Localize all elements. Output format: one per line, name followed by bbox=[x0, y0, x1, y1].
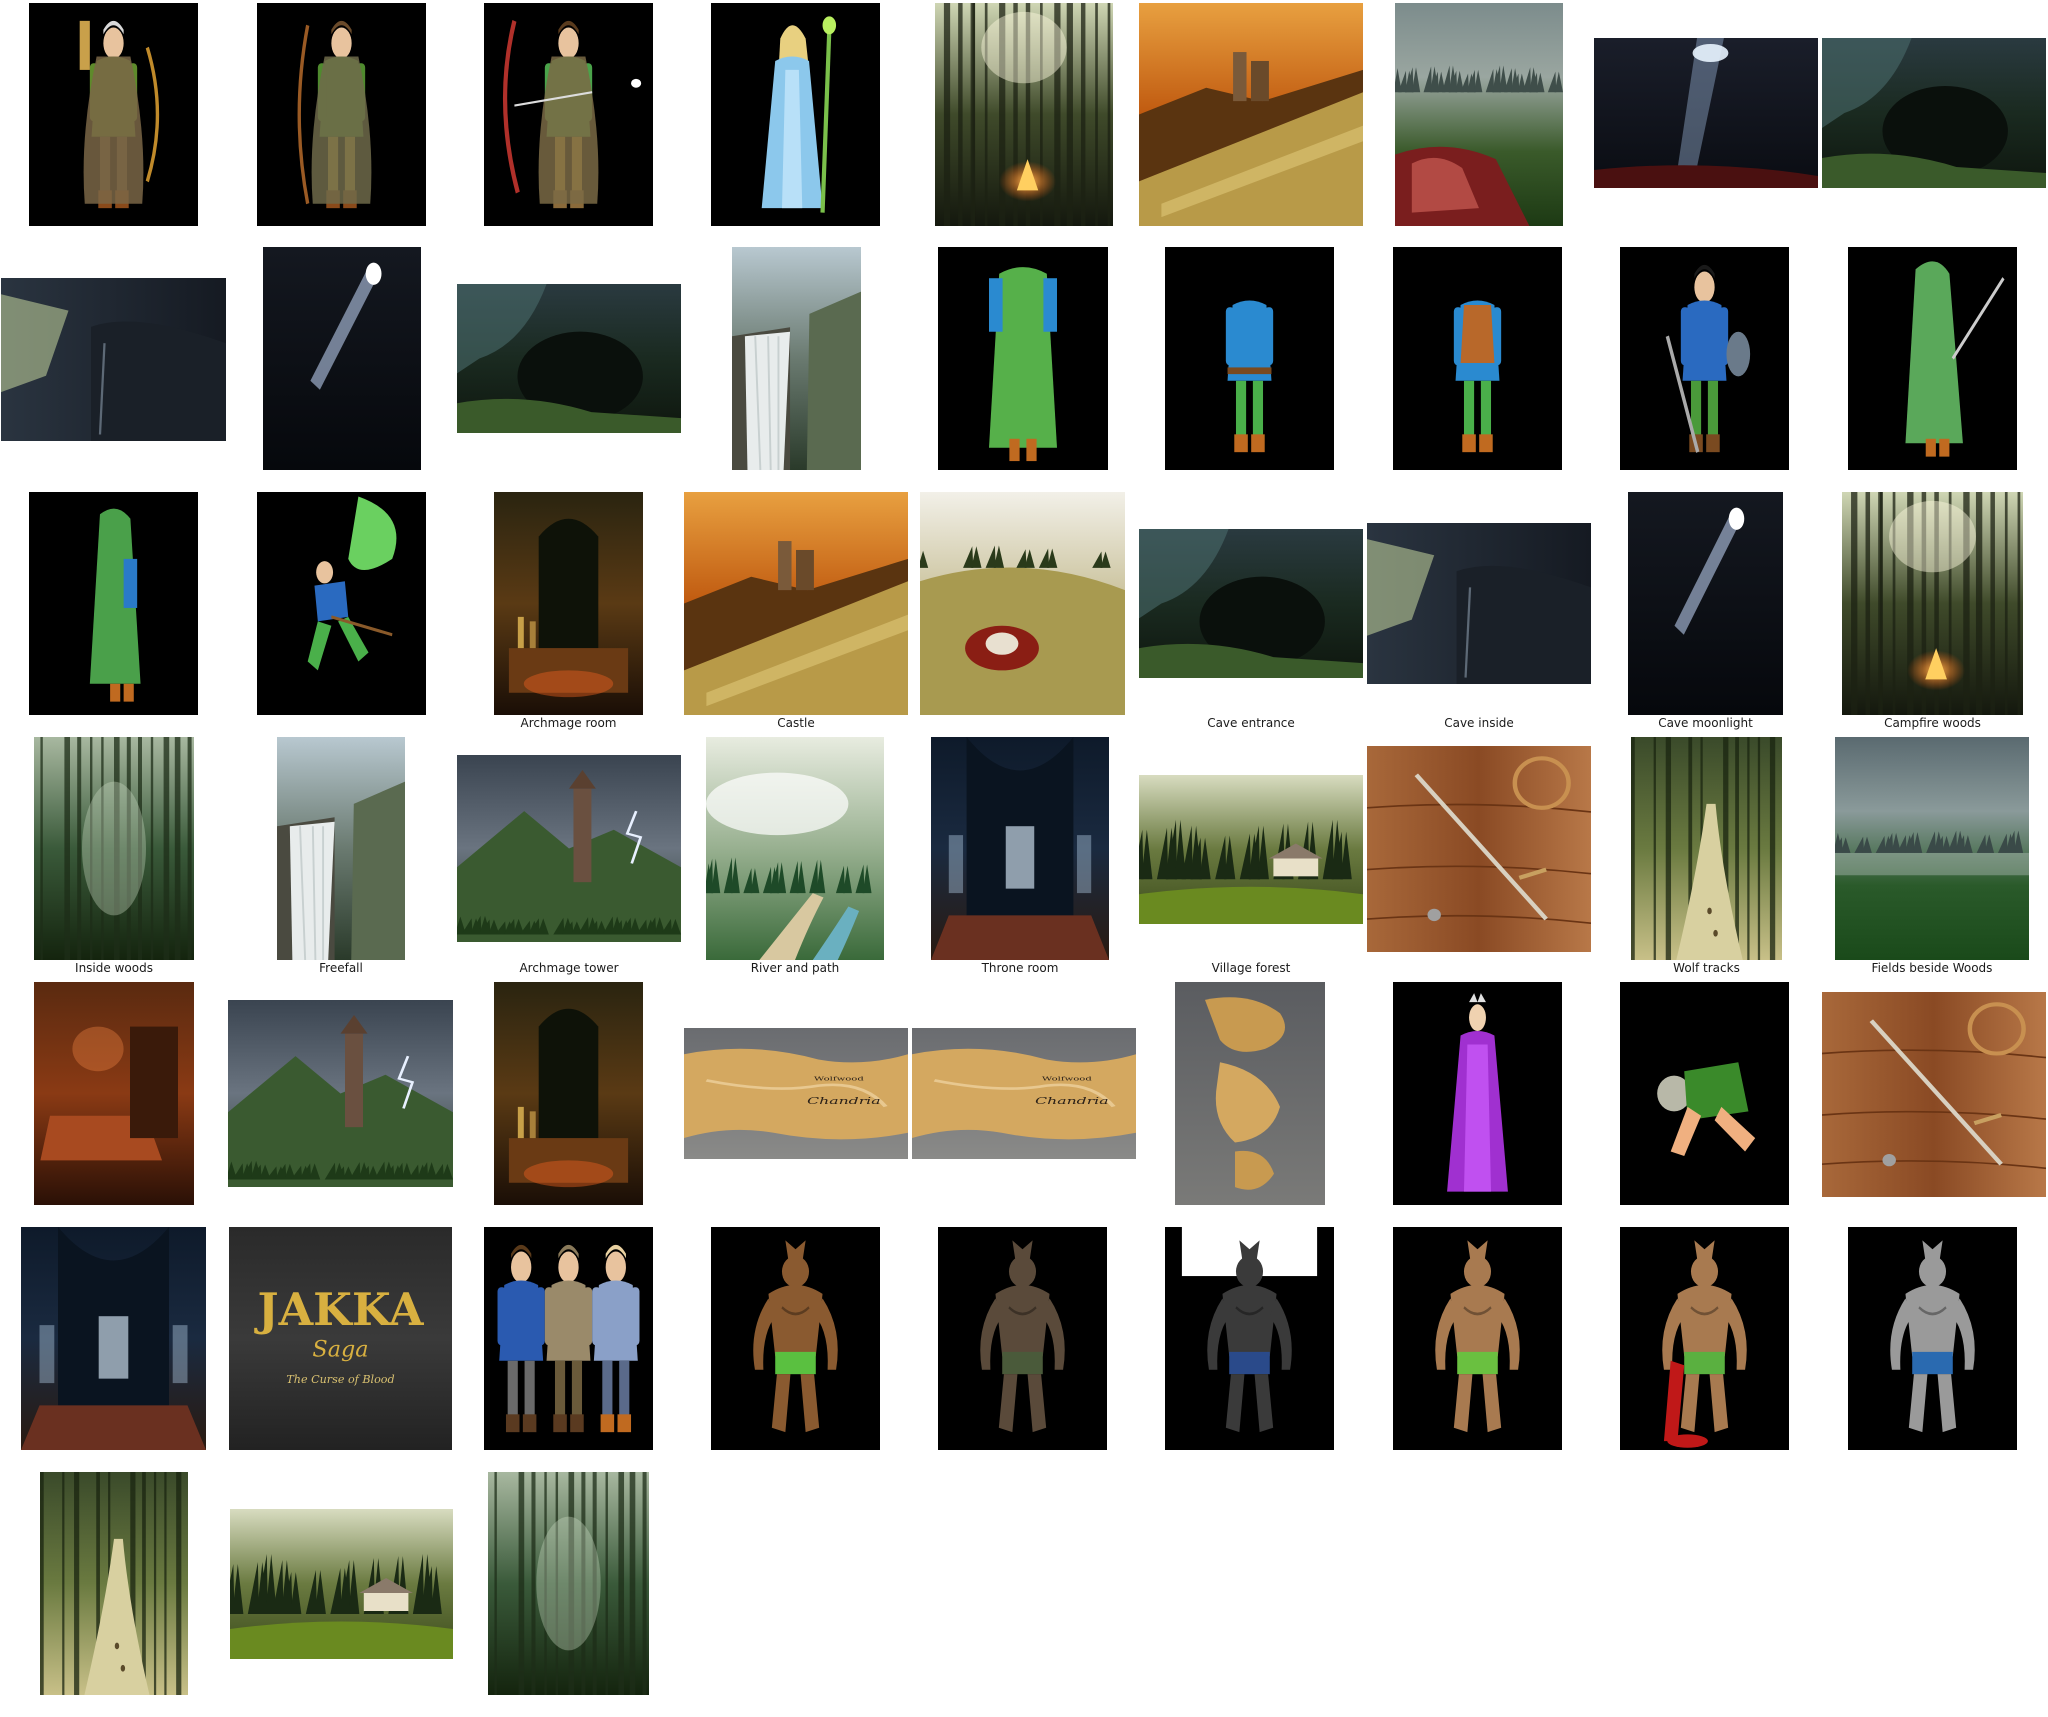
thumbnail-map-region-b[interactable]: Chandria Wolfwood bbox=[912, 1028, 1136, 1159]
thumbnail-scene-waterfall[interactable] bbox=[732, 247, 861, 470]
thumbnail-scene-castle-sunset[interactable] bbox=[1139, 3, 1363, 226]
thumbnail-caption: River and path bbox=[750, 961, 840, 975]
thumbnail-scene-wolf-tracks[interactable] bbox=[40, 1472, 188, 1695]
thumbnail-caption: Freefall bbox=[319, 961, 363, 975]
thumbnail-scene-cave-inside[interactable] bbox=[1, 278, 226, 441]
svg-text:Chandria: Chandria bbox=[807, 1096, 880, 1107]
thumbnail-creature-werewolf-dark[interactable] bbox=[938, 1227, 1107, 1450]
thumbnail-scene-castle-sunset[interactable] bbox=[684, 492, 908, 715]
thumbnail-prop-sword-table[interactable] bbox=[1367, 746, 1591, 952]
thumbnail-scene-fog-carcass[interactable] bbox=[1395, 3, 1563, 226]
thumbnail-creature-werewolf-silver[interactable] bbox=[1848, 1227, 2017, 1450]
thumbnail-caption: Village forest bbox=[1211, 961, 1291, 975]
svg-text:The Curse of Blood: The Curse of Blood bbox=[286, 1373, 394, 1386]
thumbnail-character-crawling[interactable] bbox=[1620, 982, 1789, 1205]
svg-text:JAKKA: JAKKA bbox=[253, 1283, 424, 1336]
thumbnail-costume-green-cloak[interactable] bbox=[938, 247, 1108, 470]
thumbnail-character-hooded-sword[interactable] bbox=[1848, 247, 2017, 470]
thumbnail-character-leaping-cape[interactable] bbox=[257, 492, 426, 715]
thumbnail-scene-meadow-carcass[interactable] bbox=[920, 492, 1125, 715]
thumbnail-scene-cave-entrance[interactable] bbox=[457, 284, 681, 433]
thumbnail-scene-tower-storm[interactable] bbox=[228, 1000, 453, 1187]
thumbnail-character-knight-blue[interactable] bbox=[1620, 247, 1789, 470]
thumbnail-prop-sword-table[interactable] bbox=[1822, 992, 2046, 1197]
thumbnail-scene-tower-storm[interactable] bbox=[457, 755, 681, 942]
thumbnail-costume-blue-tunic[interactable] bbox=[1165, 247, 1334, 470]
thumbnail-scene-archmage-room[interactable] bbox=[494, 982, 643, 1205]
thumbnail-scene-waterfall[interactable] bbox=[277, 737, 405, 960]
thumbnail-character-purple-queen[interactable] bbox=[1393, 982, 1562, 1205]
thumbnail-scene-throne-room[interactable] bbox=[931, 737, 1109, 960]
thumbnail-scene-forest-campfire[interactable] bbox=[1842, 492, 2023, 715]
thumbnail-scene-cave-entrance[interactable] bbox=[1139, 529, 1363, 678]
thumbnail-map-world[interactable] bbox=[1175, 982, 1325, 1205]
thumbnail-creature-werewolf-grey[interactable] bbox=[1165, 1227, 1334, 1450]
thumbnail-logo-title[interactable]: JAKKA Saga The Curse of Blood bbox=[229, 1227, 452, 1450]
thumbnail-caption: Cave inside bbox=[1444, 716, 1514, 730]
image-gallery: Archmage room Castle Cave entrance Cave … bbox=[0, 0, 2048, 1717]
thumbnail-scene-wolf-tracks[interactable] bbox=[1631, 737, 1782, 960]
svg-text:Chandria: Chandria bbox=[1035, 1096, 1108, 1107]
svg-text:Saga: Saga bbox=[312, 1336, 368, 1362]
thumbnail-caption: Archmage tower bbox=[519, 961, 619, 975]
thumbnail-scene-throne-room[interactable] bbox=[21, 1227, 206, 1450]
thumbnail-scene-inside-woods[interactable] bbox=[488, 1472, 649, 1695]
thumbnail-scene-cave-moonlight[interactable] bbox=[1628, 492, 1783, 715]
thumbnail-scene-bedroom[interactable] bbox=[34, 982, 194, 1205]
thumbnail-character-archer-drawing[interactable] bbox=[484, 3, 653, 226]
thumbnail-creature-werewolf-bloody[interactable] bbox=[1620, 1227, 1789, 1450]
svg-text:Wolfwood: Wolfwood bbox=[1042, 1075, 1093, 1082]
thumbnail-character-hooded-back[interactable] bbox=[29, 492, 198, 715]
thumbnail-characters-villagers[interactable] bbox=[484, 1227, 653, 1450]
thumbnail-caption: Cave entrance bbox=[1207, 716, 1295, 730]
thumbnail-caption: Cave moonlight bbox=[1658, 716, 1753, 730]
thumbnail-caption: Inside woods bbox=[75, 961, 153, 975]
thumbnail-scene-cave-light[interactable] bbox=[1594, 38, 1818, 188]
thumbnail-caption: Castle bbox=[777, 716, 815, 730]
thumbnail-scene-archmage-room[interactable] bbox=[494, 492, 643, 715]
thumbnail-scene-village-forest[interactable] bbox=[230, 1509, 453, 1659]
thumbnail-scene-inside-woods[interactable] bbox=[34, 737, 194, 960]
thumbnail-character-queen-staff[interactable] bbox=[711, 3, 880, 226]
thumbnail-caption: Campfire woods bbox=[1884, 716, 1981, 730]
thumbnail-costume-leather-vest[interactable] bbox=[1393, 247, 1562, 470]
thumbnail-scene-forest-campfire[interactable] bbox=[935, 3, 1113, 226]
thumbnail-map-region-a[interactable]: Chandria Wolfwood bbox=[684, 1028, 908, 1159]
svg-text:Wolfwood: Wolfwood bbox=[814, 1075, 865, 1082]
thumbnail-scene-village-forest[interactable] bbox=[1139, 775, 1363, 924]
thumbnail-creature-werewolf-brown[interactable] bbox=[711, 1227, 880, 1450]
thumbnail-scene-river-path[interactable] bbox=[706, 737, 884, 960]
thumbnail-caption: Wolf tracks bbox=[1673, 961, 1740, 975]
thumbnail-caption: Archmage room bbox=[520, 716, 617, 730]
thumbnail-caption: Throne room bbox=[981, 961, 1059, 975]
thumbnail-character-ranger-back[interactable] bbox=[29, 3, 198, 226]
thumbnail-creature-werewolf-side[interactable] bbox=[1393, 1227, 1562, 1450]
thumbnail-caption: Fields beside Woods bbox=[1871, 961, 1993, 975]
thumbnail-character-ranger-bow[interactable] bbox=[257, 3, 426, 226]
thumbnail-scene-cave-entrance[interactable] bbox=[1822, 38, 2046, 188]
thumbnail-scene-cave-inside[interactable] bbox=[1367, 523, 1591, 684]
thumbnail-scene-cave-moonlight[interactable] bbox=[263, 247, 421, 470]
thumbnail-scene-fields-fog[interactable] bbox=[1835, 737, 2029, 960]
